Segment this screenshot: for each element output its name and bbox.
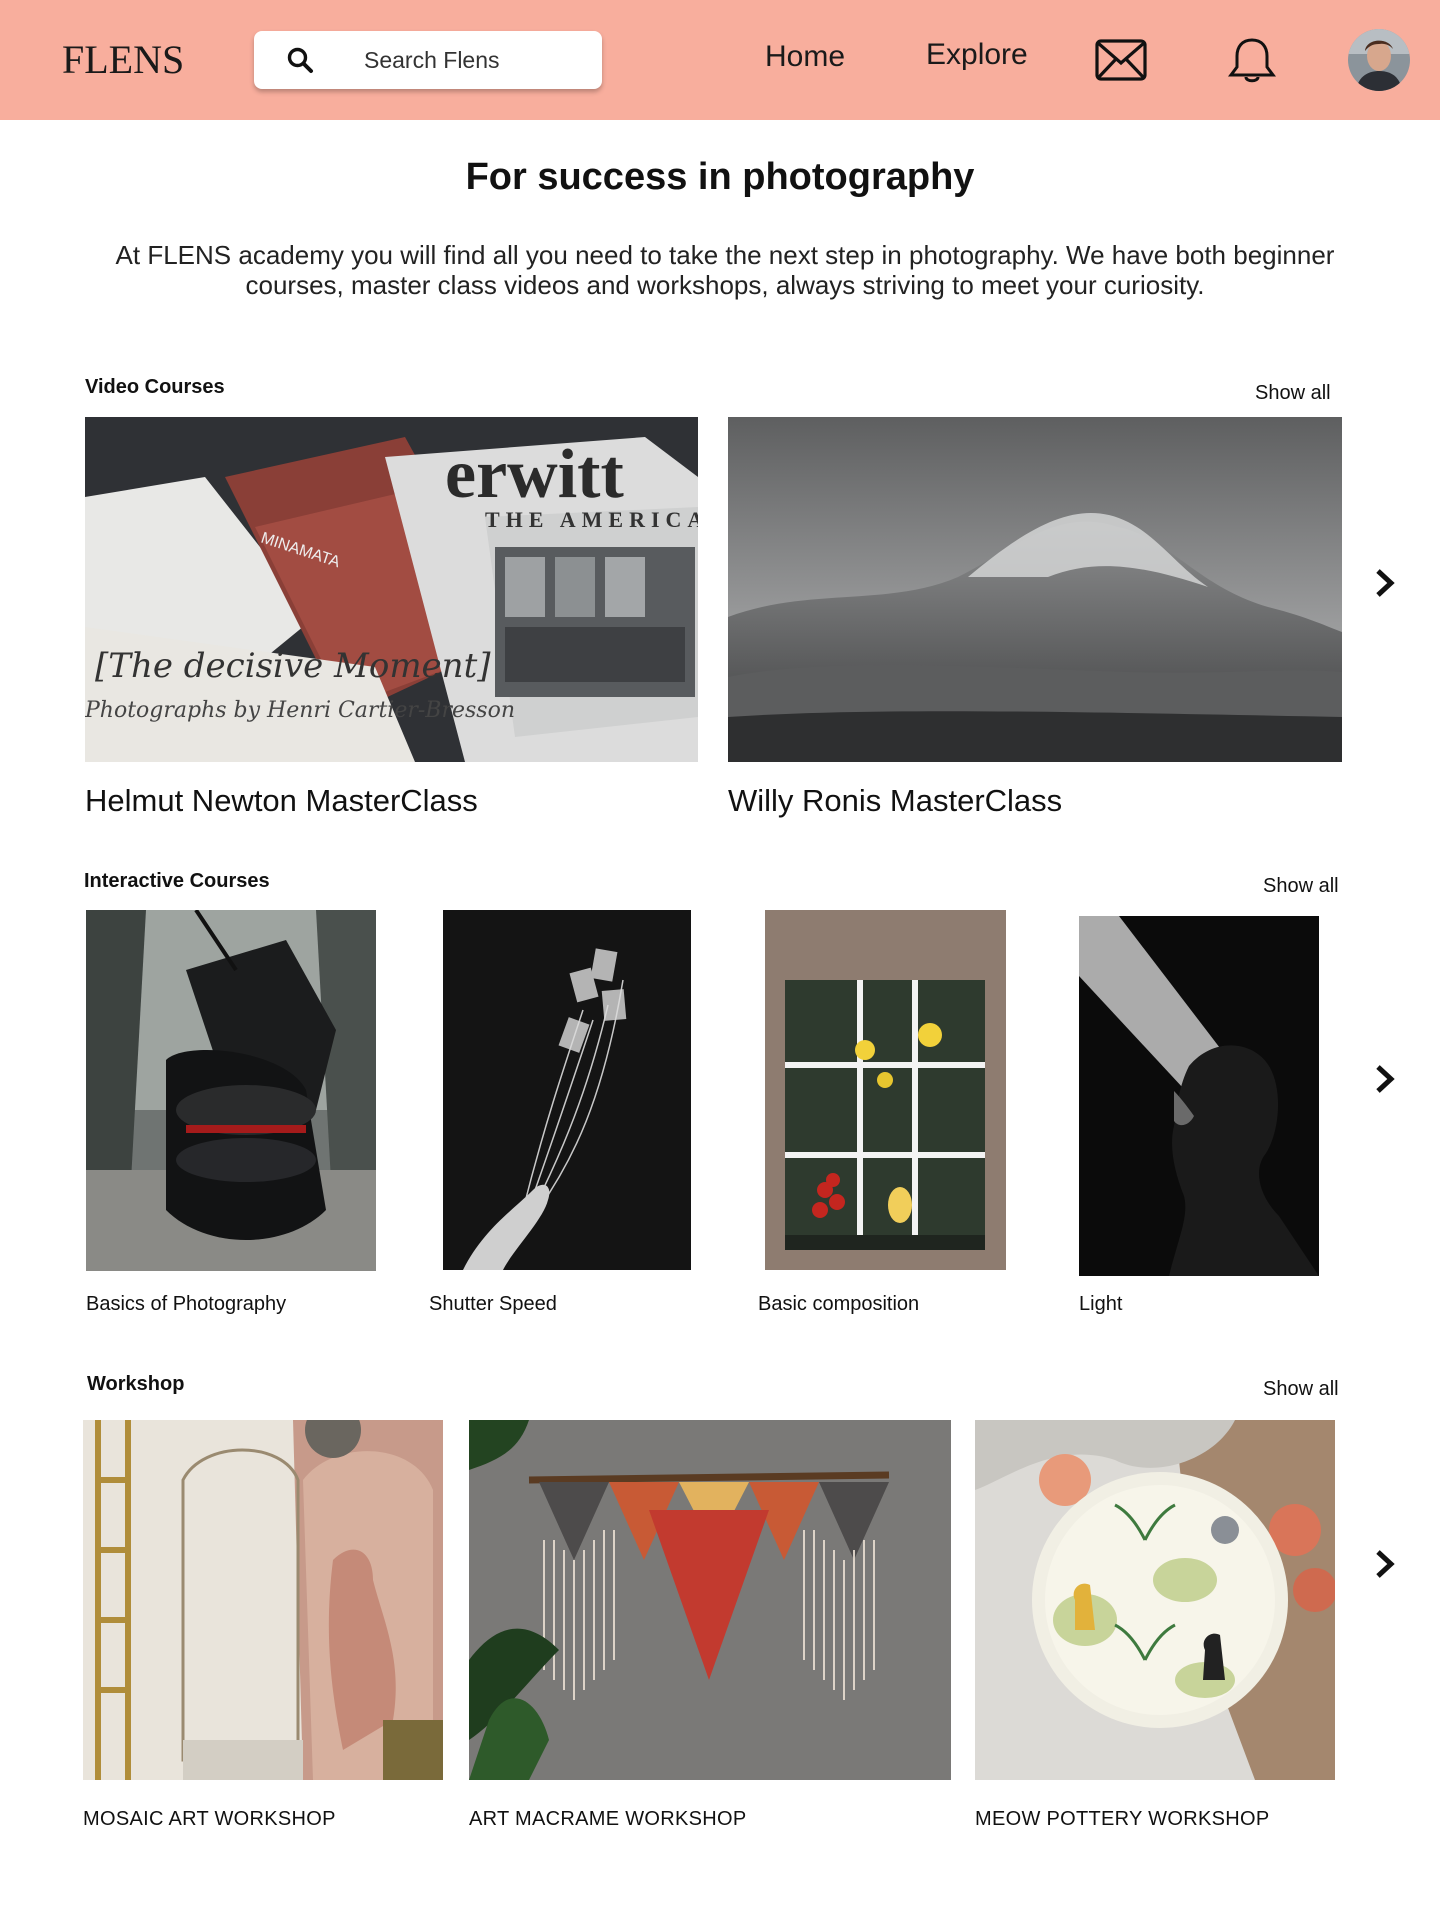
workshop-title[interactable]: MOSAIC ART WORKSHOP bbox=[83, 1808, 336, 1831]
intro-paragraph: At FLENS academy you will find all you n… bbox=[115, 240, 1335, 300]
workshop-thumbnail-mosaic[interactable] bbox=[83, 1420, 443, 1780]
workshop-thumbnail-macrame[interactable] bbox=[469, 1420, 951, 1780]
search-icon[interactable] bbox=[286, 46, 314, 74]
top-nav-bar: FLENS Home Explore bbox=[0, 0, 1440, 120]
user-avatar[interactable] bbox=[1348, 29, 1410, 91]
workshop-thumbnail-pottery[interactable] bbox=[975, 1420, 1335, 1780]
section-title-video-courses: Video Courses bbox=[85, 376, 225, 398]
interactive-courses-next-chevron-icon[interactable] bbox=[1370, 1061, 1400, 1097]
video-courses-show-all-link[interactable]: Show all bbox=[1255, 382, 1331, 405]
video-course-thumbnail-books[interactable]: erwitt THE AMERICA [The decisive Moment]… bbox=[85, 417, 698, 762]
interactive-course-title[interactable]: Shutter Speed bbox=[429, 1293, 557, 1316]
video-course-title[interactable]: Willy Ronis MasterClass bbox=[728, 783, 1062, 819]
bell-icon[interactable] bbox=[1226, 36, 1278, 86]
interactive-course-thumbnail-shutter[interactable] bbox=[443, 910, 691, 1270]
interactive-course-title[interactable]: Basic composition bbox=[758, 1293, 919, 1316]
section-title-workshop: Workshop bbox=[87, 1373, 185, 1395]
interactive-course-thumbnail-camera[interactable] bbox=[86, 910, 376, 1271]
video-course-thumbnail-waves[interactable] bbox=[728, 417, 1342, 762]
video-course-title[interactable]: Helmut Newton MasterClass bbox=[85, 783, 478, 819]
svg-text:[The decisive Moment]: [The decisive Moment] bbox=[95, 646, 491, 686]
section-title-interactive-courses: Interactive Courses bbox=[84, 870, 270, 892]
search-input[interactable] bbox=[364, 45, 584, 75]
nav-explore-link[interactable]: Explore bbox=[926, 38, 1028, 72]
svg-text:THE AMERICA: THE AMERICA bbox=[485, 507, 698, 532]
interactive-courses-show-all-link[interactable]: Show all bbox=[1263, 875, 1339, 898]
workshop-title[interactable]: ART MACRAME WORKSHOP bbox=[469, 1808, 747, 1831]
nav-home-link[interactable]: Home bbox=[765, 40, 845, 74]
interactive-course-thumbnail-window[interactable] bbox=[765, 910, 1006, 1270]
video-courses-next-chevron-icon[interactable] bbox=[1370, 565, 1400, 601]
workshop-show-all-link[interactable]: Show all bbox=[1263, 1378, 1339, 1401]
logo[interactable]: FLENS bbox=[62, 36, 184, 83]
svg-text:Photographs by Henri Cartier-B: Photographs by Henri Cartier-Bresson bbox=[85, 698, 515, 723]
interactive-course-title[interactable]: Light bbox=[1079, 1293, 1122, 1316]
search-bar[interactable] bbox=[254, 31, 602, 89]
svg-text:erwitt: erwitt bbox=[445, 436, 624, 513]
interactive-course-title[interactable]: Basics of Photography bbox=[86, 1293, 286, 1316]
page-title: For success in photography bbox=[465, 156, 975, 198]
workshop-title[interactable]: MEOW POTTERY WORKSHOP bbox=[975, 1808, 1269, 1831]
mail-icon[interactable] bbox=[1095, 38, 1147, 82]
interactive-course-thumbnail-light[interactable] bbox=[1079, 916, 1319, 1276]
workshop-next-chevron-icon[interactable] bbox=[1370, 1546, 1400, 1582]
